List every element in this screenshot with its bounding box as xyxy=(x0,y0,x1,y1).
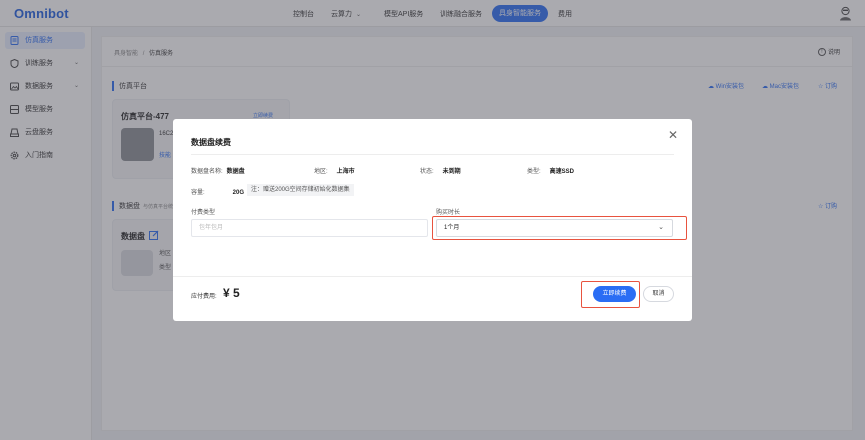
type-value: 高速SSD xyxy=(549,169,575,175)
capacity-value: 20G xyxy=(232,190,245,196)
type-info: 类型: 高速SSD xyxy=(527,166,574,175)
modal-title: 数据盘续费 xyxy=(191,138,231,147)
modal-divider xyxy=(191,154,674,155)
disk-name-label: 数据盘名称: xyxy=(191,169,223,175)
fee-label: 应付费用: xyxy=(191,294,217,300)
capacity-note: 注：赠送200G空间存储初始化数据集 xyxy=(247,184,354,196)
duration-label: 购买时长 xyxy=(436,210,461,216)
renew-modal: 数据盘续费 ✕ 数据盘名称: 数据盘 地区: 上海市 状态: 未到期 类型: 高速SSD… xyxy=(173,119,692,321)
region-value: 上海市 xyxy=(336,169,355,175)
type-label: 类型: xyxy=(527,169,541,175)
status-label: 状态: xyxy=(420,169,434,175)
modal-footer-divider xyxy=(173,276,692,277)
duration-highlight-box xyxy=(432,216,687,240)
status-value: 未到期 xyxy=(442,169,461,175)
capacity-label: 容量: xyxy=(191,190,205,196)
fee-value: ¥ 5 xyxy=(223,286,240,300)
cancel-button[interactable]: 取消 xyxy=(643,286,674,302)
region-info: 地区: 上海市 xyxy=(314,166,355,175)
disk-name-info: 数据盘名称: 数据盘 xyxy=(191,166,245,175)
renew-now-button[interactable]: 立即续费 xyxy=(593,286,636,302)
capacity-info: 容量: 20G xyxy=(191,187,244,196)
pay-type-input: 包年包月 xyxy=(191,219,428,237)
status-info: 状态: 未到期 xyxy=(420,166,461,175)
close-icon[interactable]: ✕ xyxy=(668,128,678,142)
disk-name-value: 数据盘 xyxy=(226,169,245,175)
pay-type-label: 付费类型 xyxy=(191,210,216,216)
region-label: 地区: xyxy=(314,169,328,175)
